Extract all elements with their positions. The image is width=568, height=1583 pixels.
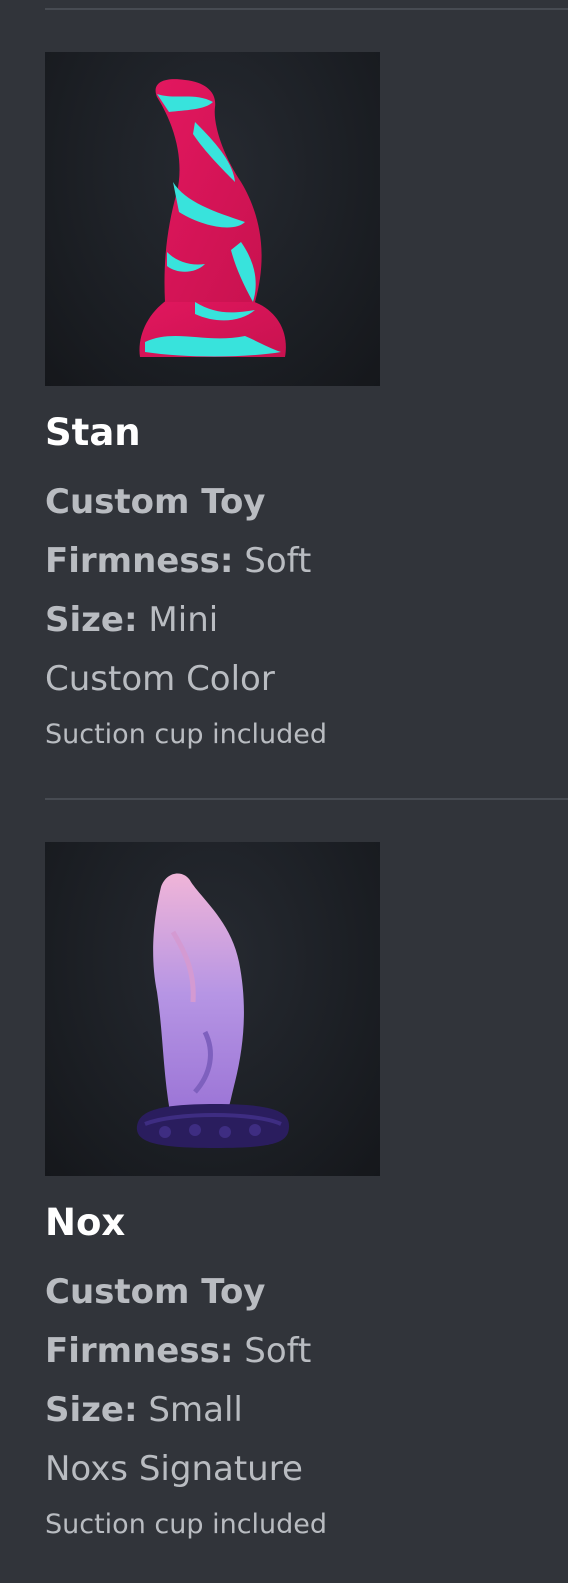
- size-label: Size:: [45, 1390, 138, 1430]
- firmness-value: Soft: [244, 541, 312, 581]
- firmness-label: Firmness:: [45, 1331, 234, 1371]
- product-extra: Suction cup included: [45, 1509, 328, 1540]
- product-extra: Suction cup included: [45, 719, 328, 750]
- size-value: Mini: [148, 600, 219, 640]
- product-image-graphic: [139, 79, 286, 357]
- product-item-stan: Stan Custom Toy Firmness: Soft Size: Min…: [45, 52, 565, 761]
- product-firmness: Firmness: Soft: [45, 1322, 565, 1381]
- product-size: Size: Small: [45, 1381, 565, 1440]
- product-type: Custom Toy: [45, 482, 266, 522]
- product-name: Nox: [45, 1201, 126, 1244]
- item-divider: [45, 798, 568, 800]
- product-color: Noxs Signature: [45, 1449, 303, 1489]
- top-divider: [45, 8, 568, 10]
- firmness-value: Soft: [244, 1331, 312, 1371]
- product-item-nox: Nox Custom Toy Firmness: Soft Size: Smal…: [45, 842, 565, 1551]
- product-image[interactable]: [45, 842, 380, 1176]
- product-name: Stan: [45, 411, 141, 454]
- product-type: Custom Toy: [45, 1272, 266, 1312]
- firmness-label: Firmness:: [45, 541, 234, 581]
- size-value: Small: [148, 1390, 243, 1430]
- product-image-graphic: [136, 873, 289, 1148]
- product-size: Size: Mini: [45, 591, 565, 650]
- size-label: Size:: [45, 600, 138, 640]
- product-firmness: Firmness: Soft: [45, 532, 565, 591]
- product-color: Custom Color: [45, 659, 275, 699]
- product-image[interactable]: [45, 52, 380, 386]
